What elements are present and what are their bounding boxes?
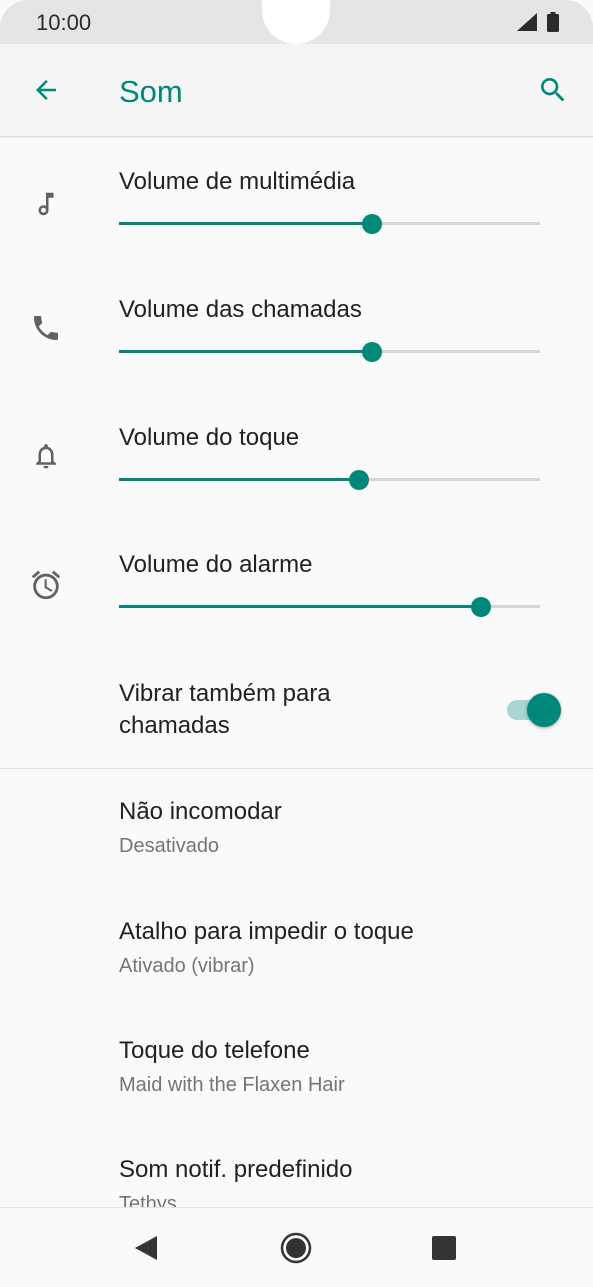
triangle-back-icon (133, 1235, 159, 1266)
search-icon (537, 74, 569, 111)
arrow-back-icon (31, 75, 61, 110)
signal-icon (517, 13, 537, 36)
setting-title: Som notif. predefinido (119, 1156, 353, 1183)
search-button[interactable] (535, 74, 571, 110)
setting-title: Não incomodar (119, 798, 282, 825)
square-recents-icon (431, 1235, 457, 1266)
prevent-ringing-shortcut-item[interactable]: Atalho para impedir o toque Ativado (vib… (0, 918, 593, 1028)
nav-home-button[interactable] (276, 1230, 316, 1270)
nav-back-button[interactable] (126, 1230, 166, 1270)
status-icons (517, 12, 559, 37)
default-notification-sound-item[interactable]: Som notif. predefinido Tethys (0, 1156, 593, 1207)
setting-subtitle: Tethys (119, 1193, 177, 1207)
app-bar: Som (0, 44, 593, 137)
settings-list: Não incomodar Desativado Atalho para imp… (0, 137, 593, 1207)
status-time: 10:00 (36, 10, 92, 35)
navigation-bar (0, 1207, 593, 1287)
do-not-disturb-item[interactable]: Não incomodar Desativado (0, 798, 593, 908)
circle-home-icon (280, 1232, 312, 1269)
setting-subtitle: Ativado (vibrar) (119, 955, 255, 977)
page-title: Som (119, 74, 183, 109)
setting-subtitle: Maid with the Flaxen Hair (119, 1074, 345, 1096)
back-button[interactable] (28, 74, 64, 110)
phone-ringtone-item[interactable]: Toque do telefone Maid with the Flaxen H… (0, 1037, 593, 1147)
nav-recents-button[interactable] (424, 1230, 464, 1270)
battery-icon (547, 12, 559, 37)
setting-title: Atalho para impedir o toque (119, 918, 414, 945)
setting-title: Toque do telefone (119, 1037, 310, 1064)
setting-subtitle: Desativado (119, 835, 220, 857)
